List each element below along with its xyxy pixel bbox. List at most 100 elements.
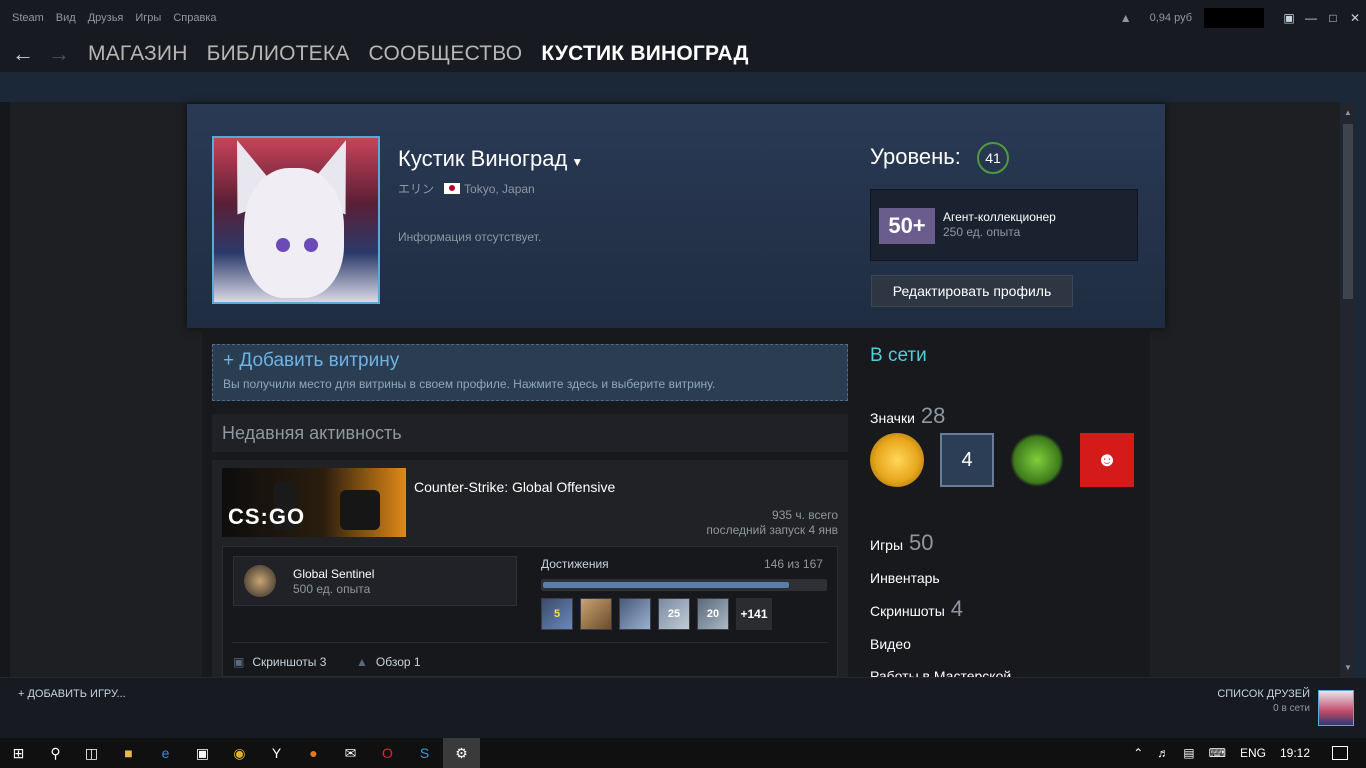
- avatar-eye: [276, 238, 290, 252]
- scrollbar-thumb[interactable]: [1343, 124, 1353, 299]
- menu-view[interactable]: Вид: [56, 12, 76, 24]
- videos-link[interactable]: Видео: [870, 636, 911, 652]
- network-icon[interactable]: ▤: [1183, 746, 1194, 760]
- wallet-balance[interactable]: 0,94 руб: [1150, 12, 1192, 24]
- scroll-down-icon[interactable]: ▼: [1341, 661, 1355, 675]
- global-sentinel-badge-icon: [244, 565, 276, 597]
- game-name[interactable]: Counter-Strike: Global Offensive: [414, 479, 615, 495]
- nav-bar: ← → МАГАЗИН БИБЛИОТЕКА СООБЩЕСТВО КУСТИК…: [0, 36, 1366, 72]
- language-indicator[interactable]: ENG: [1240, 746, 1266, 760]
- vertical-scrollbar[interactable]: ▲ ▼: [1341, 104, 1355, 677]
- chrome-icon[interactable]: ◉: [221, 738, 258, 768]
- dropdown-caret-icon[interactable]: ▼: [571, 155, 583, 169]
- search-icon[interactable]: ⚲: [37, 738, 74, 768]
- screenshots-count: 4: [950, 596, 964, 621]
- store-icon[interactable]: ▣: [184, 738, 221, 768]
- avatar-face: [244, 168, 344, 298]
- scroll-up-icon[interactable]: ▲: [1341, 106, 1355, 120]
- workshop-link[interactable]: Работы в Мастерской: [870, 668, 1011, 677]
- profile-summary: Информация отсутствует.: [398, 230, 542, 244]
- nav-library[interactable]: БИБЛИОТЕКА: [207, 42, 350, 66]
- collector-badge-icon: 50+: [879, 208, 935, 244]
- badges-link[interactable]: Значки 28: [870, 403, 945, 429]
- badges-count: 28: [920, 403, 946, 428]
- level-badge[interactable]: 41: [977, 142, 1009, 174]
- maximize-button[interactable]: □: [1322, 7, 1344, 29]
- featured-badge-xp: 250 ед. опыта: [943, 225, 1021, 239]
- laurel-badge-icon[interactable]: [1010, 433, 1064, 487]
- show-hidden-icons-icon[interactable]: ⌃: [1133, 746, 1143, 760]
- notification-icon[interactable]: ▲: [1120, 11, 1132, 25]
- add-game-button[interactable]: + ДОБАВИТЬ ИГРУ...: [18, 688, 126, 700]
- game-badge-name: Global Sentinel: [293, 567, 375, 581]
- action-center-icon[interactable]: [1332, 746, 1348, 760]
- firefox-icon[interactable]: ●: [295, 738, 332, 768]
- close-button[interactable]: ✕: [1344, 7, 1366, 29]
- volume-icon[interactable]: ♬: [1157, 746, 1169, 760]
- friends-online-count: 0 в сети: [1273, 703, 1310, 714]
- nav-community[interactable]: СООБЩЕСТВО: [369, 42, 523, 66]
- achievement-icon-label: 20: [706, 608, 720, 620]
- friends-avatar[interactable]: [1318, 690, 1354, 726]
- menu-games[interactable]: Игры: [135, 12, 161, 24]
- steam-taskbar-icon[interactable]: ⚙: [443, 738, 480, 768]
- reviews-stat-text: Обзор 1: [375, 655, 421, 669]
- titlebar-controls: ▲ 0,94 руб ▣ — □ ✕: [1120, 0, 1366, 36]
- achievements-progress-bar: [541, 579, 827, 591]
- csgo-game-capsule[interactable]: CS:GO: [222, 468, 406, 537]
- location: Tokyo, Japan: [464, 181, 535, 196]
- achievement-icon[interactable]: 5: [541, 598, 573, 630]
- game-badge-card[interactable]: Global Sentinel 500 ед. опыта: [233, 556, 517, 606]
- achievement-icon[interactable]: [619, 598, 651, 630]
- edge-icon[interactable]: e: [147, 738, 184, 768]
- badges-label: Значки: [870, 410, 915, 426]
- keyboard-icon[interactable]: ⌨: [1209, 746, 1226, 760]
- menu-friends[interactable]: Друзья: [88, 12, 124, 24]
- add-showcase-button[interactable]: + Добавить витрину Вы получили место для…: [212, 344, 848, 401]
- edit-profile-button[interactable]: Редактировать профиль: [871, 275, 1073, 307]
- more-achievements-button[interactable]: +141: [736, 598, 772, 630]
- nav-profile[interactable]: КУСТИК ВИНОГРАД: [541, 42, 748, 66]
- online-status: В сети: [870, 345, 927, 366]
- opera-icon[interactable]: O: [369, 738, 406, 768]
- achievement-icon-label: 25: [667, 608, 681, 620]
- achievement-icon[interactable]: [580, 598, 612, 630]
- achievement-icon[interactable]: 20: [697, 598, 729, 630]
- games-label: Игры: [870, 537, 904, 553]
- nav-store[interactable]: МАГАЗИН: [88, 42, 188, 66]
- achievements-label[interactable]: Достижения: [541, 557, 609, 571]
- skype-icon[interactable]: S: [406, 738, 443, 768]
- task-view-icon[interactable]: ◫: [73, 738, 110, 768]
- mail-icon[interactable]: ✉: [332, 738, 369, 768]
- level-badge-icon[interactable]: 4: [940, 433, 994, 487]
- meat-boy-badge-icon[interactable]: ☻: [1080, 433, 1134, 487]
- menu-help[interactable]: Справка: [173, 12, 216, 24]
- menu-steam[interactable]: Steam: [12, 12, 44, 24]
- real-name: エリン: [398, 182, 435, 196]
- persona-name[interactable]: Кустик Виноград ▼: [398, 146, 583, 172]
- achievement-icon-label: 5: [553, 608, 561, 620]
- gold-coin-badge-icon[interactable]: [870, 433, 924, 487]
- file-explorer-icon[interactable]: ■: [110, 738, 147, 768]
- forward-arrow-icon[interactable]: →: [48, 41, 70, 67]
- screenshots-stat[interactable]: ▣ Скриншоты 3: [233, 655, 326, 669]
- screenshots-link[interactable]: Скриншоты 4: [870, 596, 963, 622]
- account-name-redacted[interactable]: [1204, 8, 1264, 28]
- windows-start-icon[interactable]: ⊞: [0, 738, 37, 768]
- minimize-button[interactable]: —: [1300, 7, 1322, 29]
- yandex-icon[interactable]: Y: [258, 738, 295, 768]
- big-picture-icon[interactable]: ▣: [1278, 7, 1300, 29]
- featured-badge[interactable]: 50+ Агент-коллекционер 250 ед. опыта: [870, 189, 1138, 261]
- thumbs-up-icon: ▲: [356, 655, 368, 669]
- japan-flag-icon: [444, 183, 461, 194]
- achievement-icon[interactable]: 25: [658, 598, 690, 630]
- game-badge-xp: 500 ед. опыта: [293, 582, 371, 596]
- clock[interactable]: 19:12: [1280, 746, 1310, 760]
- games-link[interactable]: Игры 50: [870, 530, 934, 556]
- showcase-description: Вы получили место для витрины в своем пр…: [223, 377, 716, 391]
- back-arrow-icon[interactable]: ←: [12, 41, 34, 67]
- game-hours: 935 ч. всего: [772, 508, 838, 522]
- friends-list-button[interactable]: СПИСОК ДРУЗЕЙ: [1217, 688, 1310, 700]
- inventory-link[interactable]: Инвентарь: [870, 570, 940, 586]
- reviews-stat[interactable]: ▲ Обзор 1: [356, 655, 421, 669]
